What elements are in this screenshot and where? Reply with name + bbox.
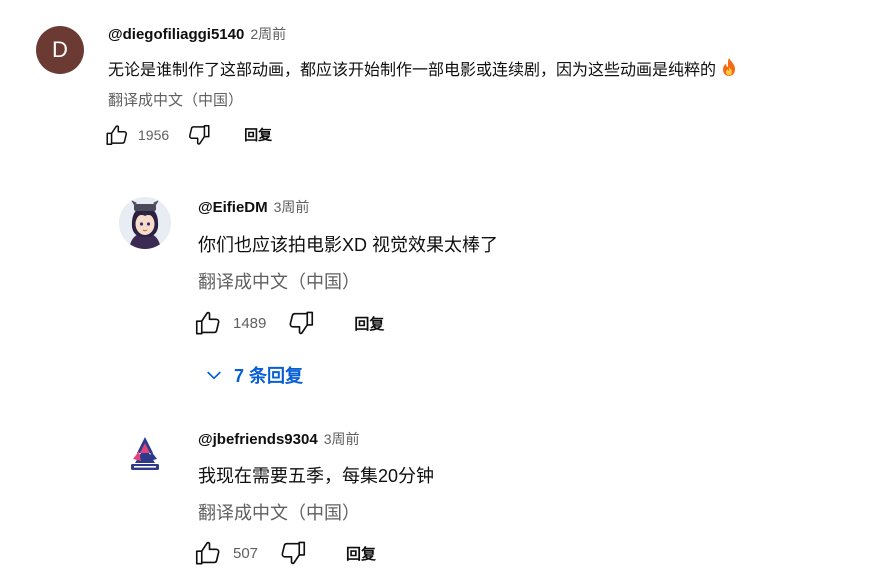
dislike-button[interactable] <box>186 122 212 148</box>
thumbs-down-icon <box>281 541 306 565</box>
like-count: 507 <box>233 544 259 562</box>
fire-emoji-icon <box>720 57 738 82</box>
avatar-letter: D <box>52 37 68 62</box>
comment-text: 我现在需要五季，每集20分钟 <box>198 466 435 486</box>
thumbs-up-icon <box>195 311 220 335</box>
comment-text: 你们也应该拍电影XD 视觉效果太棒了 <box>198 235 499 255</box>
view-replies-button[interactable]: 7 条回复 <box>204 362 303 388</box>
comment-text-content: 无论是谁制作了这部动画，都应该开始制作一部电影或连续剧，因为这些动画是纯粹的 <box>108 62 717 79</box>
comment-time[interactable]: 2周前 <box>250 24 286 44</box>
comment-author[interactable]: @diegofiliaggi5140 <box>108 26 244 43</box>
like-button[interactable] <box>104 122 130 148</box>
comment-header: @EifieDM 3周前 <box>198 197 309 217</box>
thumbs-down-icon <box>289 311 314 335</box>
translate-link[interactable]: 翻译成中文（中国） <box>198 499 360 525</box>
like-button[interactable] <box>193 308 223 338</box>
thumbs-up-icon <box>106 125 128 145</box>
like-count: 1956 <box>138 127 170 143</box>
comment-header: @jbefriends9304 3周前 <box>198 429 359 449</box>
bros-logo-avatar-icon <box>119 431 171 483</box>
translate-link[interactable]: 翻译成中文（中国） <box>198 268 360 294</box>
comment-actions: 1956 回复 <box>104 122 272 148</box>
thumbs-down-icon <box>189 125 210 145</box>
reply-button[interactable]: 回复 <box>354 313 384 334</box>
anime-avatar-icon <box>119 197 171 249</box>
comment-time[interactable]: 3周前 <box>274 197 310 217</box>
reply-button[interactable]: 回复 <box>244 125 272 145</box>
like-button[interactable] <box>193 538 223 568</box>
reply-button[interactable]: 回复 <box>346 543 376 564</box>
thumbs-up-icon <box>195 541 220 565</box>
comment-time[interactable]: 3周前 <box>324 429 360 449</box>
comment-header: @diegofiliaggi5140 2周前 <box>108 24 286 44</box>
comment-actions: 1489 回复 <box>193 308 384 338</box>
comment-text: 无论是谁制作了这部动画，都应该开始制作一部电影或连续剧，因为这些动画是纯粹的 <box>108 56 738 82</box>
avatar[interactable] <box>119 197 171 249</box>
avatar[interactable]: D <box>36 26 84 74</box>
comment-author[interactable]: @jbefriends9304 <box>198 431 318 448</box>
replies-count-label: 7 条回复 <box>234 366 304 386</box>
dislike-button[interactable] <box>286 308 316 338</box>
chevron-down-icon <box>207 371 221 380</box>
like-count: 1489 <box>233 314 267 332</box>
translate-link[interactable]: 翻译成中文（中国） <box>108 89 243 110</box>
comment-actions: 507 回复 <box>193 538 376 568</box>
avatar[interactable] <box>119 431 171 483</box>
dislike-button[interactable] <box>278 538 308 568</box>
comment-author[interactable]: @EifieDM <box>198 199 268 216</box>
